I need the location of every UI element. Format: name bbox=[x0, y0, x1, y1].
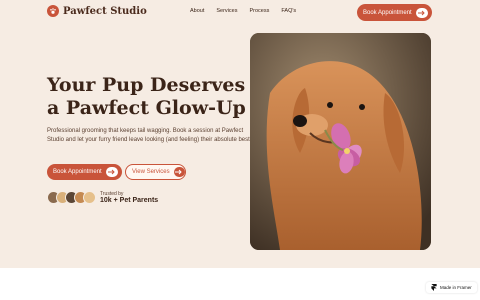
arrow-right-icon bbox=[173, 167, 185, 177]
book-appointment-label: Book Appointment bbox=[53, 169, 102, 175]
view-services-label: View Services bbox=[132, 169, 170, 175]
book-appointment-button[interactable]: Book Appointment bbox=[47, 164, 122, 180]
top-nav: Pawfect Studio About Services Process FA… bbox=[0, 0, 480, 26]
hero-dog-image bbox=[250, 33, 431, 250]
arrow-right-icon bbox=[415, 7, 428, 18]
trust-value: 10k + Pet Parents bbox=[100, 197, 159, 204]
trust-block: Trusted by 10k + Pet Parents bbox=[47, 191, 158, 204]
paw-icon bbox=[47, 5, 59, 17]
hero-description: Professional grooming that keeps tail wa… bbox=[47, 128, 252, 143]
nav-link-services[interactable]: Services bbox=[216, 8, 237, 14]
nav-links: About Services Process FAQ's bbox=[190, 8, 296, 14]
brand-logo[interactable]: Pawfect Studio bbox=[47, 5, 147, 17]
nav-link-faqs[interactable]: FAQ's bbox=[281, 8, 296, 14]
hero-title: Your Pup Deserves a Pawfect Glow-Up bbox=[47, 74, 246, 119]
nav-book-appointment-button[interactable]: Book Appointment bbox=[357, 4, 432, 21]
framer-icon bbox=[431, 284, 437, 291]
brand-name: Pawfect Studio bbox=[63, 5, 147, 17]
made-in-framer-label: Made in Framer bbox=[440, 285, 472, 290]
trust-text: Trusted by 10k + Pet Parents bbox=[100, 191, 158, 204]
nav-link-process[interactable]: Process bbox=[249, 8, 269, 14]
made-in-framer-badge[interactable]: Made in Framer bbox=[426, 282, 477, 293]
arrow-right-icon bbox=[105, 167, 118, 177]
view-services-button[interactable]: View Services bbox=[125, 164, 186, 180]
avatar-group bbox=[47, 191, 96, 204]
avatar bbox=[83, 191, 96, 204]
nav-cta-label: Book Appointment bbox=[363, 9, 412, 16]
page-footer-strip bbox=[0, 268, 480, 300]
nav-link-about[interactable]: About bbox=[190, 8, 204, 14]
